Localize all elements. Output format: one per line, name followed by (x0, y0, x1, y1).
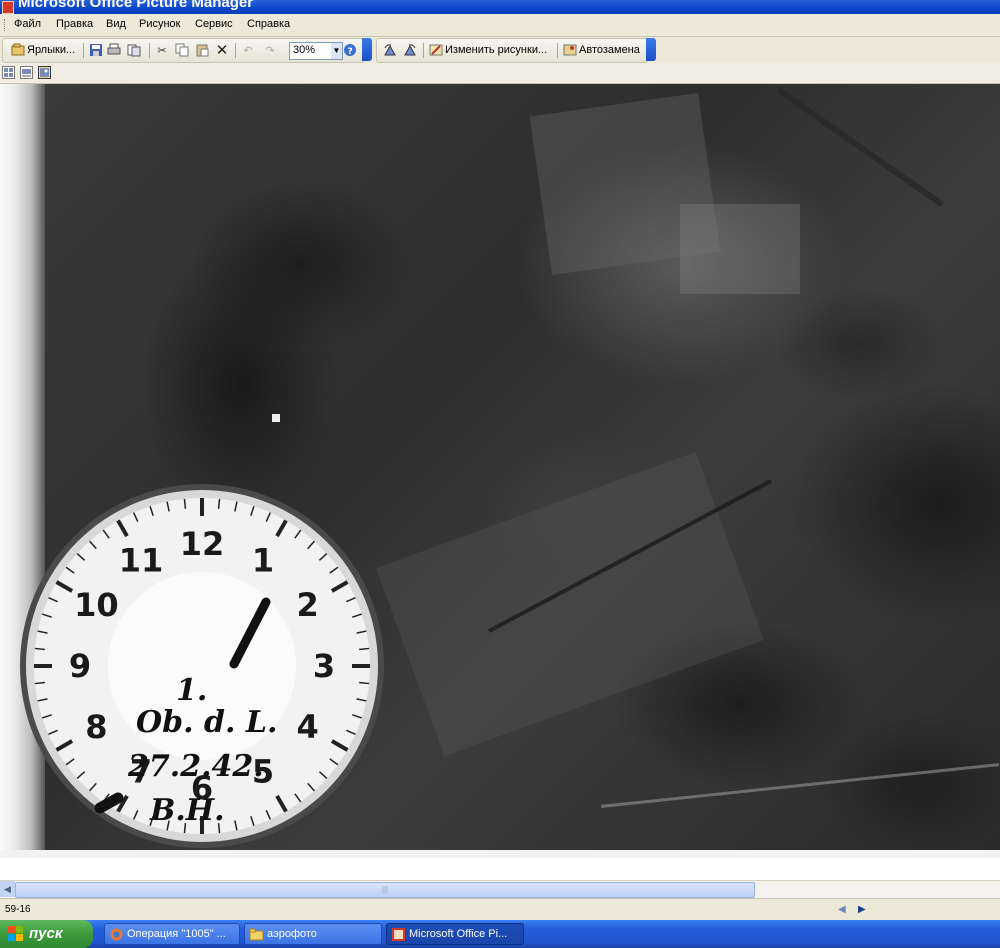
note-line-1: 1. (176, 673, 207, 708)
clock-tick (359, 647, 370, 651)
road-line (600, 763, 1000, 808)
field-patch (680, 204, 800, 294)
toolbar-separator (83, 43, 84, 58)
redo-icon[interactable]: ↷ (263, 43, 277, 57)
print-icon[interactable] (107, 43, 121, 57)
task-label: аэрофото (267, 928, 317, 940)
start-button[interactable]: пуск (0, 920, 93, 948)
clock-numeral: 10 (74, 586, 119, 624)
clock-numeral: 4 (297, 708, 319, 746)
horizontal-scrollbar[interactable]: ◀ ||| (0, 880, 1000, 898)
help-icon[interactable]: ? (343, 43, 357, 57)
picture-manager-icon (392, 928, 405, 941)
chevron-down-icon[interactable]: ▼ (331, 43, 342, 59)
clock-numeral: 8 (85, 708, 107, 746)
app-icon (2, 1, 14, 14)
thumbnail-view-icon[interactable] (2, 66, 15, 79)
menu-file[interactable]: Файл (14, 18, 41, 30)
save-icon[interactable] (89, 43, 103, 57)
note-line-3: 27.2.42. (127, 749, 264, 784)
menu-bar: Файл Правка Вид Рисунок Сервис Справка (0, 14, 1000, 37)
clock-tick (34, 647, 45, 651)
film-bottom-edge (0, 850, 1000, 858)
next-icon[interactable]: ▶ (858, 904, 866, 915)
zoom-select[interactable]: 30% ▼ (289, 42, 343, 60)
clock-numeral: 9 (69, 647, 91, 685)
filmstrip-view-icon[interactable] (20, 66, 33, 79)
clock-face: 12 1 2 3 4 5 6 7 8 9 10 11 1. Ob. d. L. 27.2.42. B.… (18, 482, 386, 850)
clock-numeral: 2 (297, 586, 319, 624)
clock-numeral: 1 (252, 541, 274, 579)
status-filename: 59-16 (5, 904, 31, 915)
menu-tools[interactable]: Сервис (195, 18, 233, 30)
edit-pictures-icon[interactable] (429, 43, 443, 57)
status-bar: 59-16 ◀ ▶ (0, 898, 1000, 921)
taskbar: пуск Операция "1005" ... аэрофото Micros… (0, 920, 1000, 948)
edit-pictures-button[interactable]: Изменить рисунки... (445, 44, 547, 56)
menu-help[interactable]: Справка (247, 18, 290, 30)
menu-grip[interactable] (4, 19, 7, 31)
windows-flag-icon (8, 926, 23, 941)
previous-icon[interactable]: ◀ (838, 904, 846, 915)
menu-picture[interactable]: Рисунок (139, 18, 181, 30)
river-line (776, 87, 944, 207)
svg-text:?: ? (348, 47, 353, 57)
picture-toolbar: Изменить рисунки... Автозамена (376, 38, 648, 63)
clock-tick (183, 498, 187, 509)
shortcuts-button[interactable]: Ярлыки... (27, 44, 75, 56)
menu-view[interactable]: Вид (106, 18, 126, 30)
toolbar: Ярлыки... ✂ ✕ ↶ ↷ 30% ▼ ? Изменить рисун… (0, 37, 1000, 63)
scroll-thumb[interactable]: ||| (15, 882, 755, 898)
clock-tick (34, 681, 45, 685)
single-picture-view-icon[interactable] (38, 66, 51, 79)
paste-icon[interactable] (195, 43, 209, 57)
scroll-left-icon[interactable]: ◀ (0, 881, 15, 897)
toolbar-separator (557, 43, 558, 58)
toolbar-options[interactable] (646, 38, 656, 61)
note-line-2: Ob. d. L. (136, 705, 277, 740)
copy-icon[interactable] (175, 43, 189, 57)
title-bar[interactable]: Microsoft Office Picture Manager (0, 0, 1000, 14)
clock-numeral: 12 (180, 525, 225, 563)
window-title: Microsoft Office Picture Manager (18, 0, 254, 11)
autocorrect-icon[interactable] (563, 43, 577, 57)
toolbar-options[interactable] (362, 38, 372, 61)
clock-tick (217, 498, 221, 509)
toolbar-separator (235, 43, 236, 58)
picture-viewer[interactable]: 12 1 2 3 4 5 6 7 8 9 10 11 1. Ob. d. L. 27.2.42. B.… (0, 84, 1000, 858)
cut-icon[interactable]: ✂ (155, 43, 169, 57)
autocorrect-button[interactable]: Автозамена (579, 44, 640, 56)
delete-icon[interactable]: ✕ (215, 42, 229, 59)
clock-numeral: 3 (313, 647, 335, 685)
toolbar-separator (423, 43, 424, 58)
undo-icon[interactable]: ↶ (241, 43, 255, 57)
rotate-left-icon[interactable] (383, 43, 397, 57)
start-label: пуск (29, 925, 63, 942)
shortcuts-icon[interactable] (11, 43, 25, 57)
folder-icon (250, 928, 263, 941)
toolbar-separator (149, 43, 150, 58)
standard-toolbar: Ярлыки... ✂ ✕ ↶ ↷ 30% ▼ ? (2, 38, 364, 63)
note-line-4: B.H. (149, 793, 225, 828)
browser-icon (110, 928, 123, 941)
task-label: Операция "1005" ... (127, 928, 226, 940)
clock-svg: 12 1234567891011 1. Ob. d. L. 27.2.42. B.… (20, 484, 384, 848)
task-picture-manager[interactable]: Microsoft Office Pi... (386, 923, 524, 945)
task-aerophoto[interactable]: аэрофото (244, 923, 382, 945)
photo-speck (272, 414, 280, 422)
copy-to-icon[interactable] (127, 43, 141, 57)
clock-tick (359, 681, 370, 685)
task-operation-1005[interactable]: Операция "1005" ... (104, 923, 240, 945)
clock-numeral: 11 (119, 541, 164, 579)
menu-edit[interactable]: Правка (56, 18, 93, 30)
rotate-right-icon[interactable] (403, 43, 417, 57)
zoom-value: 30% (293, 44, 316, 56)
field-patch (376, 451, 764, 757)
view-bar (0, 63, 1000, 84)
task-label: Microsoft Office Pi... (409, 928, 508, 940)
